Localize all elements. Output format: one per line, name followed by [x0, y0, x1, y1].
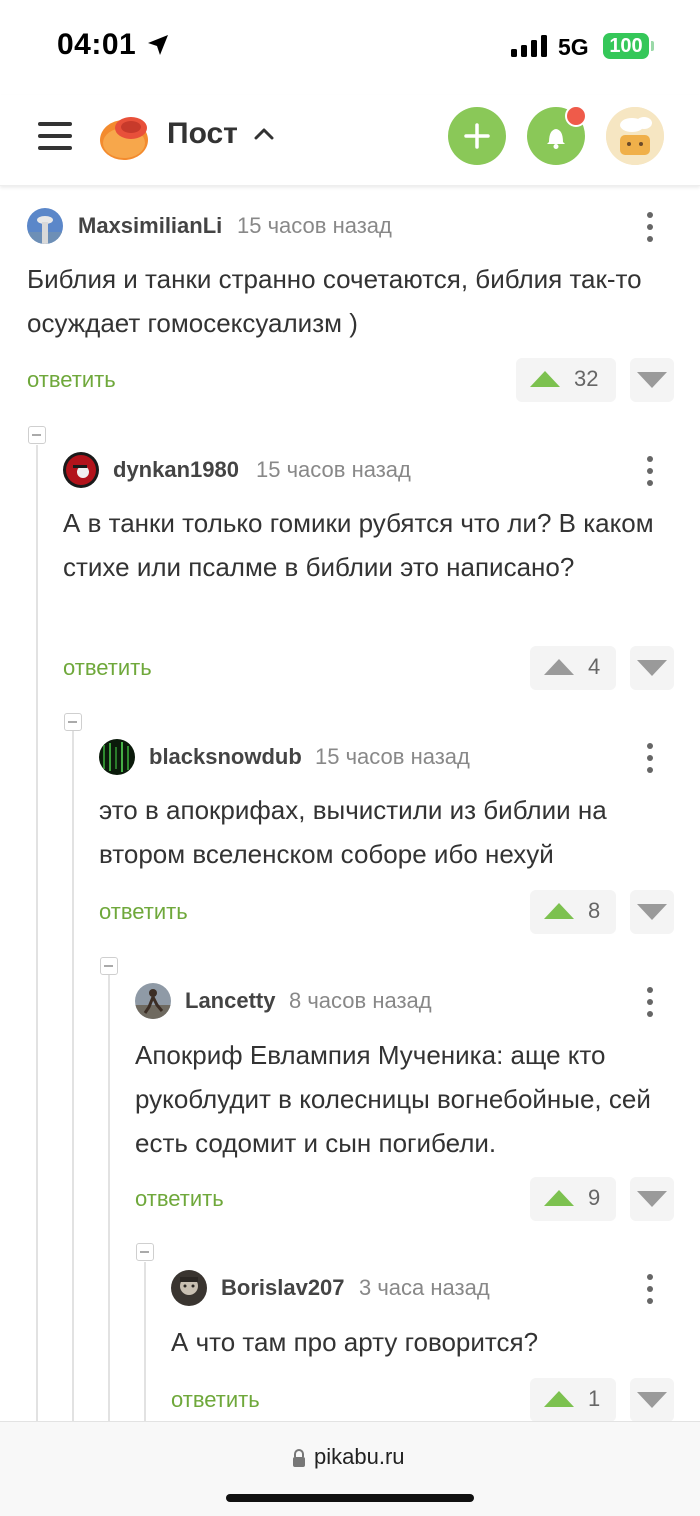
collapse-thread-button[interactable] — [100, 957, 118, 975]
location-arrow-icon — [148, 35, 168, 55]
downvote-arrow-icon — [637, 1392, 667, 1408]
collapse-thread-button[interactable] — [28, 426, 46, 444]
comment-username[interactable]: Lancetty — [185, 988, 275, 1014]
notification-badge — [565, 105, 587, 127]
comment-text: Библия и танки странно сочетаются, библи… — [27, 264, 642, 338]
downvote-arrow-icon — [637, 372, 667, 388]
collapse-thread-button[interactable] — [136, 1243, 154, 1261]
more-options-icon[interactable] — [644, 741, 656, 775]
upvote-button[interactable]: 8 — [530, 890, 616, 934]
avatar-runner-icon — [135, 983, 171, 1019]
comment-time[interactable]: 15 часов назад — [315, 744, 470, 770]
upvote-arrow-icon — [544, 1190, 574, 1206]
battery-indicator: 100 — [603, 33, 649, 59]
home-indicator[interactable] — [226, 1494, 474, 1502]
upvote-button[interactable]: 1 — [530, 1378, 616, 1422]
avatar-green-matrix-icon — [99, 739, 135, 775]
url-text[interactable]: pikabu.ru — [314, 1444, 405, 1470]
comment-time[interactable]: 15 часов назад — [256, 457, 411, 483]
chevron-up-icon[interactable] — [253, 126, 275, 140]
thread-line[interactable] — [36, 445, 38, 1421]
reply-link[interactable]: ответить — [27, 367, 116, 393]
reply-link[interactable]: ответить — [99, 899, 188, 925]
downvote-button[interactable] — [630, 890, 674, 934]
battery-tip — [651, 41, 654, 51]
avatar[interactable] — [27, 208, 63, 244]
vote-count: 4 — [588, 654, 601, 679]
reply-link[interactable]: ответить — [171, 1387, 260, 1413]
upvote-button[interactable]: 4 — [530, 646, 616, 690]
page-title[interactable]: Пост — [167, 117, 238, 151]
pikabu-logo-icon[interactable] — [98, 110, 152, 162]
upvote-arrow-icon — [544, 659, 574, 675]
avatar-image-icon — [606, 107, 664, 165]
avatar[interactable] — [63, 452, 99, 488]
avatar-portrait-icon — [171, 1270, 207, 1306]
upvote-arrow-icon — [530, 371, 560, 387]
comment-username[interactable]: MaxsimilianLi — [78, 213, 222, 239]
thread-line[interactable] — [72, 731, 74, 1421]
comment-time[interactable]: 8 часов назад — [289, 988, 432, 1014]
lock-icon — [293, 1449, 305, 1467]
plus-icon — [464, 123, 490, 149]
network-type: 5G — [558, 34, 589, 60]
hamburger-menu-icon[interactable] — [38, 119, 74, 153]
vote-count: 1 — [588, 1386, 601, 1411]
thread-line[interactable] — [144, 1262, 146, 1421]
more-options-icon[interactable] — [644, 1272, 656, 1306]
vote-count: 32 — [574, 366, 599, 391]
avatar[interactable] — [135, 983, 171, 1019]
vote-count: 8 — [588, 898, 601, 923]
more-options-icon[interactable] — [644, 985, 656, 1019]
avatar-red-circle-icon — [63, 452, 99, 488]
downvote-button[interactable] — [630, 646, 674, 690]
thread-line[interactable] — [108, 975, 110, 1421]
comment-username[interactable]: blacksnowdub — [149, 744, 302, 770]
comment-time[interactable]: 15 часов назад — [237, 213, 392, 239]
upvote-button[interactable]: 32 — [516, 358, 616, 402]
avatar-water-tower-icon — [27, 208, 63, 244]
reply-link[interactable]: ответить — [135, 1186, 224, 1212]
upvote-button[interactable]: 9 — [530, 1177, 616, 1221]
status-time: 04:01 — [57, 28, 137, 61]
app-header: Пост — [0, 95, 700, 186]
upvote-arrow-icon — [544, 1391, 574, 1407]
more-options-icon[interactable] — [644, 210, 656, 244]
downvote-arrow-icon — [637, 660, 667, 676]
browser-url-bar[interactable]: pikabu.ru — [0, 1421, 700, 1516]
vote-count: 9 — [588, 1185, 601, 1210]
user-avatar[interactable] — [606, 107, 664, 165]
comment-text: А что там про арту говорится? — [171, 1327, 539, 1357]
add-post-button[interactable] — [448, 107, 506, 165]
cellular-signal-icon — [511, 35, 547, 57]
comment-text: А в танки только гомики рубятся что ли? … — [63, 508, 654, 582]
downvote-arrow-icon — [637, 1191, 667, 1207]
comment-text: это в апокрифах, вычистили из библии на … — [99, 795, 607, 869]
status-bar: 04:01 5G 100 — [0, 0, 700, 95]
comment-username[interactable]: dynkan1980 — [113, 457, 239, 483]
avatar[interactable] — [171, 1270, 207, 1306]
downvote-button[interactable] — [630, 1177, 674, 1221]
downvote-button[interactable] — [630, 1378, 674, 1422]
collapse-thread-button[interactable] — [64, 713, 82, 731]
downvote-button[interactable] — [630, 358, 674, 402]
avatar[interactable] — [99, 739, 135, 775]
reply-link[interactable]: ответить — [63, 655, 152, 681]
comment-time[interactable]: 3 часа назад — [359, 1275, 490, 1301]
comment-username[interactable]: Borislav207 — [221, 1275, 345, 1301]
upvote-arrow-icon — [544, 903, 574, 919]
comment-text: Апокриф Евлампия Мученика: аще кто рукоб… — [135, 1040, 651, 1158]
more-options-icon[interactable] — [644, 454, 656, 488]
downvote-arrow-icon — [637, 904, 667, 920]
